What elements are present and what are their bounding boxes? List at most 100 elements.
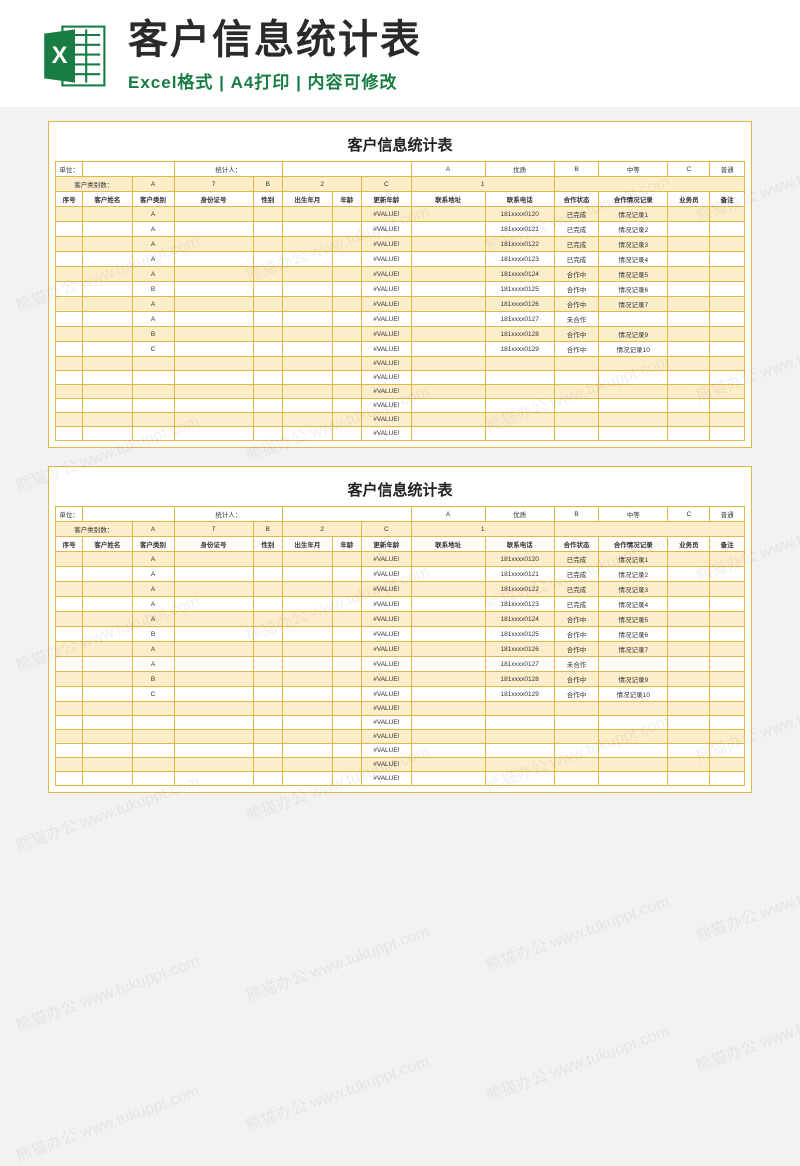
watermark: 熊猫办公 www.tukuppt.com xyxy=(482,1018,672,1107)
row-status xyxy=(554,399,598,413)
table-row: #VALUE! xyxy=(56,772,745,786)
row-category xyxy=(132,702,174,716)
row-age: #VALUE! xyxy=(362,744,411,758)
column-header-10: 合作状态 xyxy=(554,537,598,552)
row-record: 情况记录10 xyxy=(599,687,668,702)
row-phone xyxy=(485,427,554,441)
row-record xyxy=(599,772,668,786)
row-phone xyxy=(485,371,554,385)
row-status: 未合作 xyxy=(554,312,598,327)
row-status xyxy=(554,385,598,399)
row-category xyxy=(132,385,174,399)
category-count-label: 客户类别数： xyxy=(56,522,133,537)
cat-c: C xyxy=(362,522,411,537)
class-b-value: 中等 xyxy=(599,162,668,177)
cat-c-count: 1 xyxy=(411,522,554,537)
class-c-value: 普通 xyxy=(710,162,745,177)
row-category: A xyxy=(132,222,174,237)
row-category xyxy=(132,716,174,730)
row-phone xyxy=(485,413,554,427)
column-header-7: 更新年龄 xyxy=(362,192,411,207)
row-phone: 181xxxx0127 xyxy=(485,312,554,327)
class-b-label: B xyxy=(554,507,598,522)
row-age: #VALUE! xyxy=(362,687,411,702)
column-header-11: 合作情况记录 xyxy=(599,537,668,552)
column-header-0: 序号 xyxy=(56,537,83,552)
row-category xyxy=(132,730,174,744)
row-status: 合作中 xyxy=(554,342,598,357)
row-status: 未合作 xyxy=(554,657,598,672)
sheet-title: 客户信息统计表 xyxy=(55,473,745,506)
row-age: #VALUE! xyxy=(362,252,411,267)
table-row: A #VALUE! 181xxxx0127 未合作 xyxy=(56,657,745,672)
column-header-7: 更新年龄 xyxy=(362,537,411,552)
row-phone: 181xxxx0129 xyxy=(485,342,554,357)
row-status xyxy=(554,702,598,716)
row-record: 情况记录5 xyxy=(599,267,668,282)
row-age: #VALUE! xyxy=(362,772,411,786)
watermark: 熊猫办公 www.tukuppt.com xyxy=(242,1048,432,1137)
row-age: #VALUE! xyxy=(362,730,411,744)
row-phone: 181xxxx0126 xyxy=(485,297,554,312)
row-record xyxy=(599,385,668,399)
watermark: 熊猫办公 www.tukuppt.com xyxy=(692,988,800,1077)
row-age: #VALUE! xyxy=(362,371,411,385)
cat-a: A xyxy=(132,177,174,192)
table-row: #VALUE! xyxy=(56,758,745,772)
column-header-11: 合作情况记录 xyxy=(599,192,668,207)
row-status xyxy=(554,357,598,371)
row-phone: 181xxxx0126 xyxy=(485,642,554,657)
row-status: 已完成 xyxy=(554,597,598,612)
row-age: #VALUE! xyxy=(362,427,411,441)
row-status xyxy=(554,413,598,427)
row-category: A xyxy=(132,582,174,597)
table-row: #VALUE! xyxy=(56,730,745,744)
column-header-3: 身份证号 xyxy=(174,537,253,552)
row-age: #VALUE! xyxy=(362,207,411,222)
class-a-value: 优质 xyxy=(485,507,554,522)
row-age: #VALUE! xyxy=(362,342,411,357)
row-phone xyxy=(485,758,554,772)
header-title: 客户信息统计表 xyxy=(128,18,760,62)
row-phone: 181xxxx0120 xyxy=(485,552,554,567)
row-category: A xyxy=(132,567,174,582)
table-row: A #VALUE! 181xxxx0123 已完成 情况记录4 xyxy=(56,252,745,267)
row-status: 已完成 xyxy=(554,582,598,597)
row-record xyxy=(599,357,668,371)
row-record: 情况记录10 xyxy=(599,342,668,357)
table-row: A #VALUE! 181xxxx0120 已完成 情况记录1 xyxy=(56,552,745,567)
row-record: 情况记录6 xyxy=(599,282,668,297)
row-status: 合作中 xyxy=(554,672,598,687)
row-category: A xyxy=(132,312,174,327)
row-age: #VALUE! xyxy=(362,267,411,282)
row-phone: 181xxxx0122 xyxy=(485,582,554,597)
table-row: A #VALUE! 181xxxx0124 合作中 情况记录5 xyxy=(56,267,745,282)
row-record: 情况记录4 xyxy=(599,597,668,612)
row-age: #VALUE! xyxy=(362,672,411,687)
row-category xyxy=(132,758,174,772)
cat-b: B xyxy=(253,522,283,537)
table-row: A #VALUE! 181xxxx0122 已完成 情况记录3 xyxy=(56,582,745,597)
row-record xyxy=(599,427,668,441)
row-phone: 181xxxx0121 xyxy=(485,222,554,237)
row-phone: 181xxxx0127 xyxy=(485,657,554,672)
row-category xyxy=(132,399,174,413)
row-age: #VALUE! xyxy=(362,237,411,252)
row-status: 合作中 xyxy=(554,642,598,657)
row-record: 情况记录2 xyxy=(599,567,668,582)
page-preview-area: 客户信息统计表 单位： 统计人： A 优质 B 中等 C 普通 客户类别数： A… xyxy=(0,107,800,831)
row-record: 情况记录9 xyxy=(599,327,668,342)
row-status: 已完成 xyxy=(554,207,598,222)
row-phone: 181xxxx0125 xyxy=(485,282,554,297)
row-status xyxy=(554,744,598,758)
row-phone xyxy=(485,702,554,716)
class-c-value: 普通 xyxy=(710,507,745,522)
row-phone: 181xxxx0121 xyxy=(485,567,554,582)
row-record: 情况记录1 xyxy=(599,207,668,222)
table-row: B #VALUE! 181xxxx0125 合作中 情况记录6 xyxy=(56,627,745,642)
page-1: 客户信息统计表 单位： 统计人： A 优质 B 中等 C 普通 客户类别数： A… xyxy=(48,121,752,448)
row-age: #VALUE! xyxy=(362,702,411,716)
table-row: #VALUE! xyxy=(56,716,745,730)
row-age: #VALUE! xyxy=(362,413,411,427)
row-record xyxy=(599,702,668,716)
